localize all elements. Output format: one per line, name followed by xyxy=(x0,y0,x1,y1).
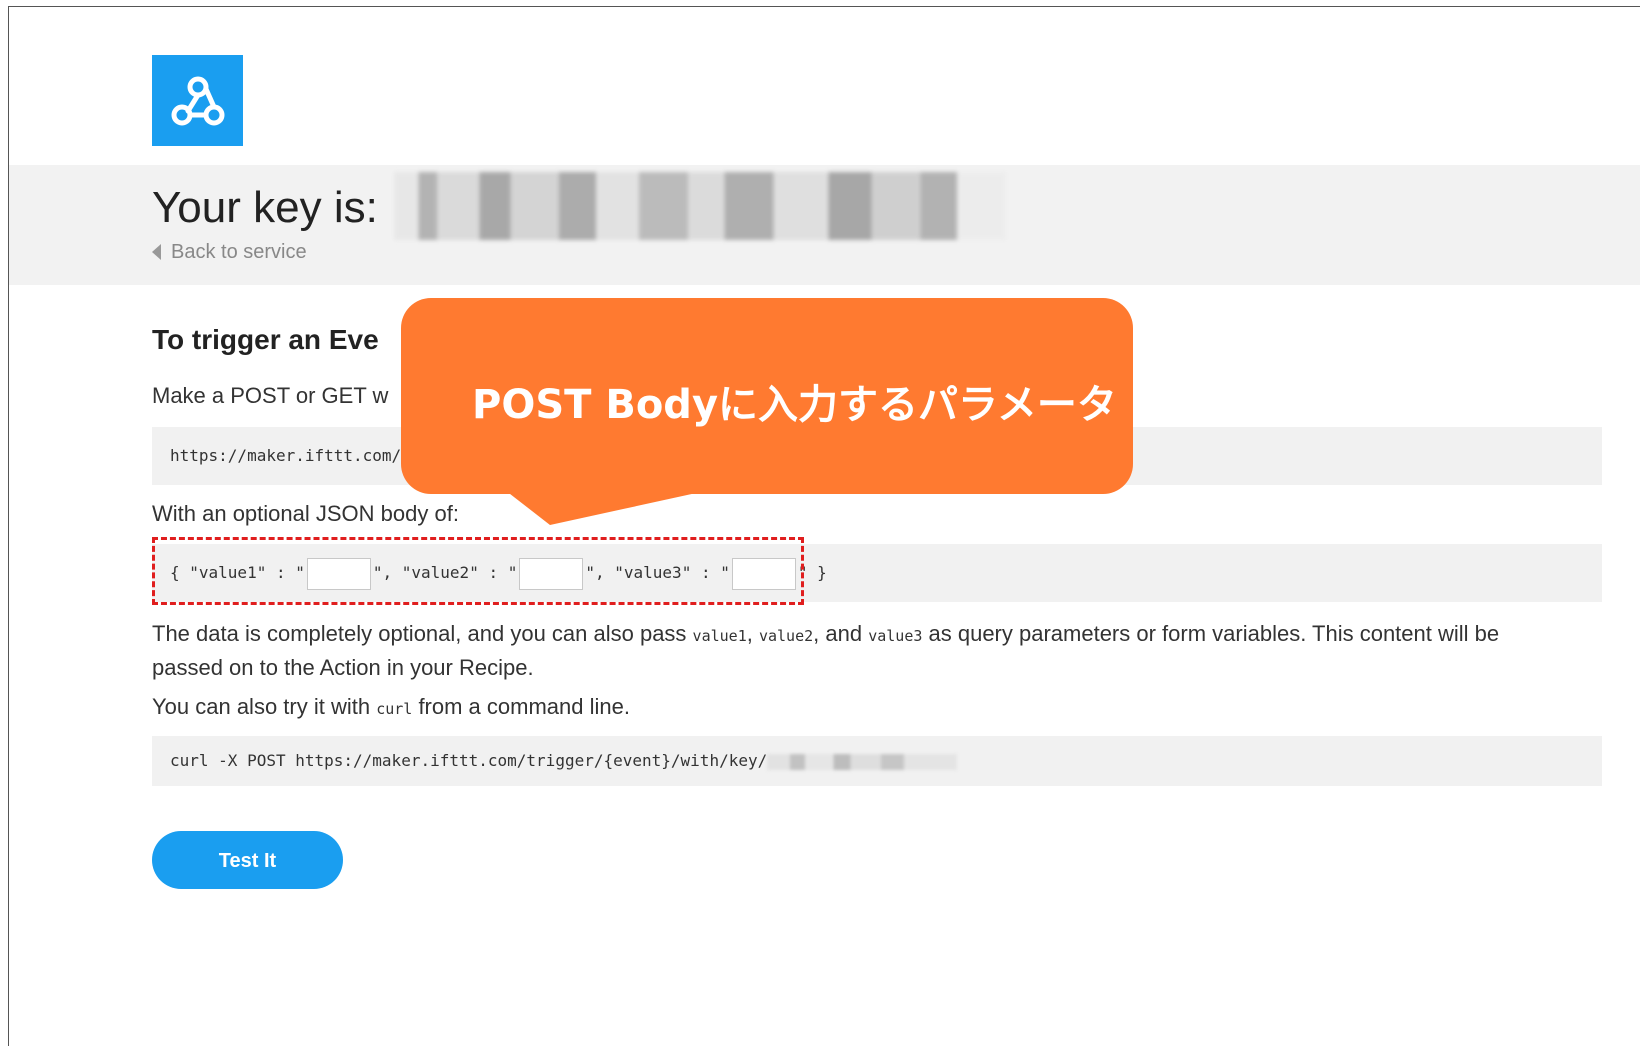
url-text: https://maker.ifttt.com/tr xyxy=(170,446,421,465)
optional-and: , and xyxy=(813,621,869,646)
section-heading: To trigger an Eve xyxy=(152,324,379,355)
curl-command: curl -X POST https://maker.ifttt.com/tri… xyxy=(170,751,768,770)
optional-text-b: as query parameters or form variables. T… xyxy=(922,621,1500,646)
optional-text-line2: passed on to the Action in your Recipe. xyxy=(152,655,534,680)
callout-tail xyxy=(505,490,710,525)
curl-code: curl xyxy=(376,700,413,718)
back-link-label: Back to service xyxy=(171,241,307,263)
curl-text-b: from a command line. xyxy=(412,694,630,719)
optional-comma: , xyxy=(746,621,759,646)
test-it-button[interactable]: Test It xyxy=(152,831,343,889)
highlight-box xyxy=(152,537,804,605)
curl-text-a: You can also try it with xyxy=(152,694,377,719)
back-to-service-link[interactable]: Back to service xyxy=(152,241,307,264)
optional-text-a: The data is completely optional, and you… xyxy=(152,621,693,646)
optional-data-text: The data is completely optional, and you… xyxy=(152,618,1602,684)
blurred-key xyxy=(394,172,1006,240)
triangle-left-icon xyxy=(152,244,161,260)
curl-code-block: curl -X POST https://maker.ifttt.com/tri… xyxy=(152,736,1602,786)
make-request-text: Make a POST or GET w xyxy=(152,383,389,408)
callout-text: POST Bodyに入力するパラメータ xyxy=(472,382,1117,428)
webhooks-logo-icon xyxy=(152,55,243,146)
value1-code: value1 xyxy=(692,627,747,645)
value2-code: value2 xyxy=(758,627,814,645)
json-intro-text: With an optional JSON body of: xyxy=(152,501,459,526)
curl-intro-text: You can also try it with curl from a com… xyxy=(152,694,630,720)
blurred-key-tail xyxy=(767,753,958,770)
key-title: Your key is: xyxy=(152,183,378,232)
value3-code: value3 xyxy=(868,627,923,645)
